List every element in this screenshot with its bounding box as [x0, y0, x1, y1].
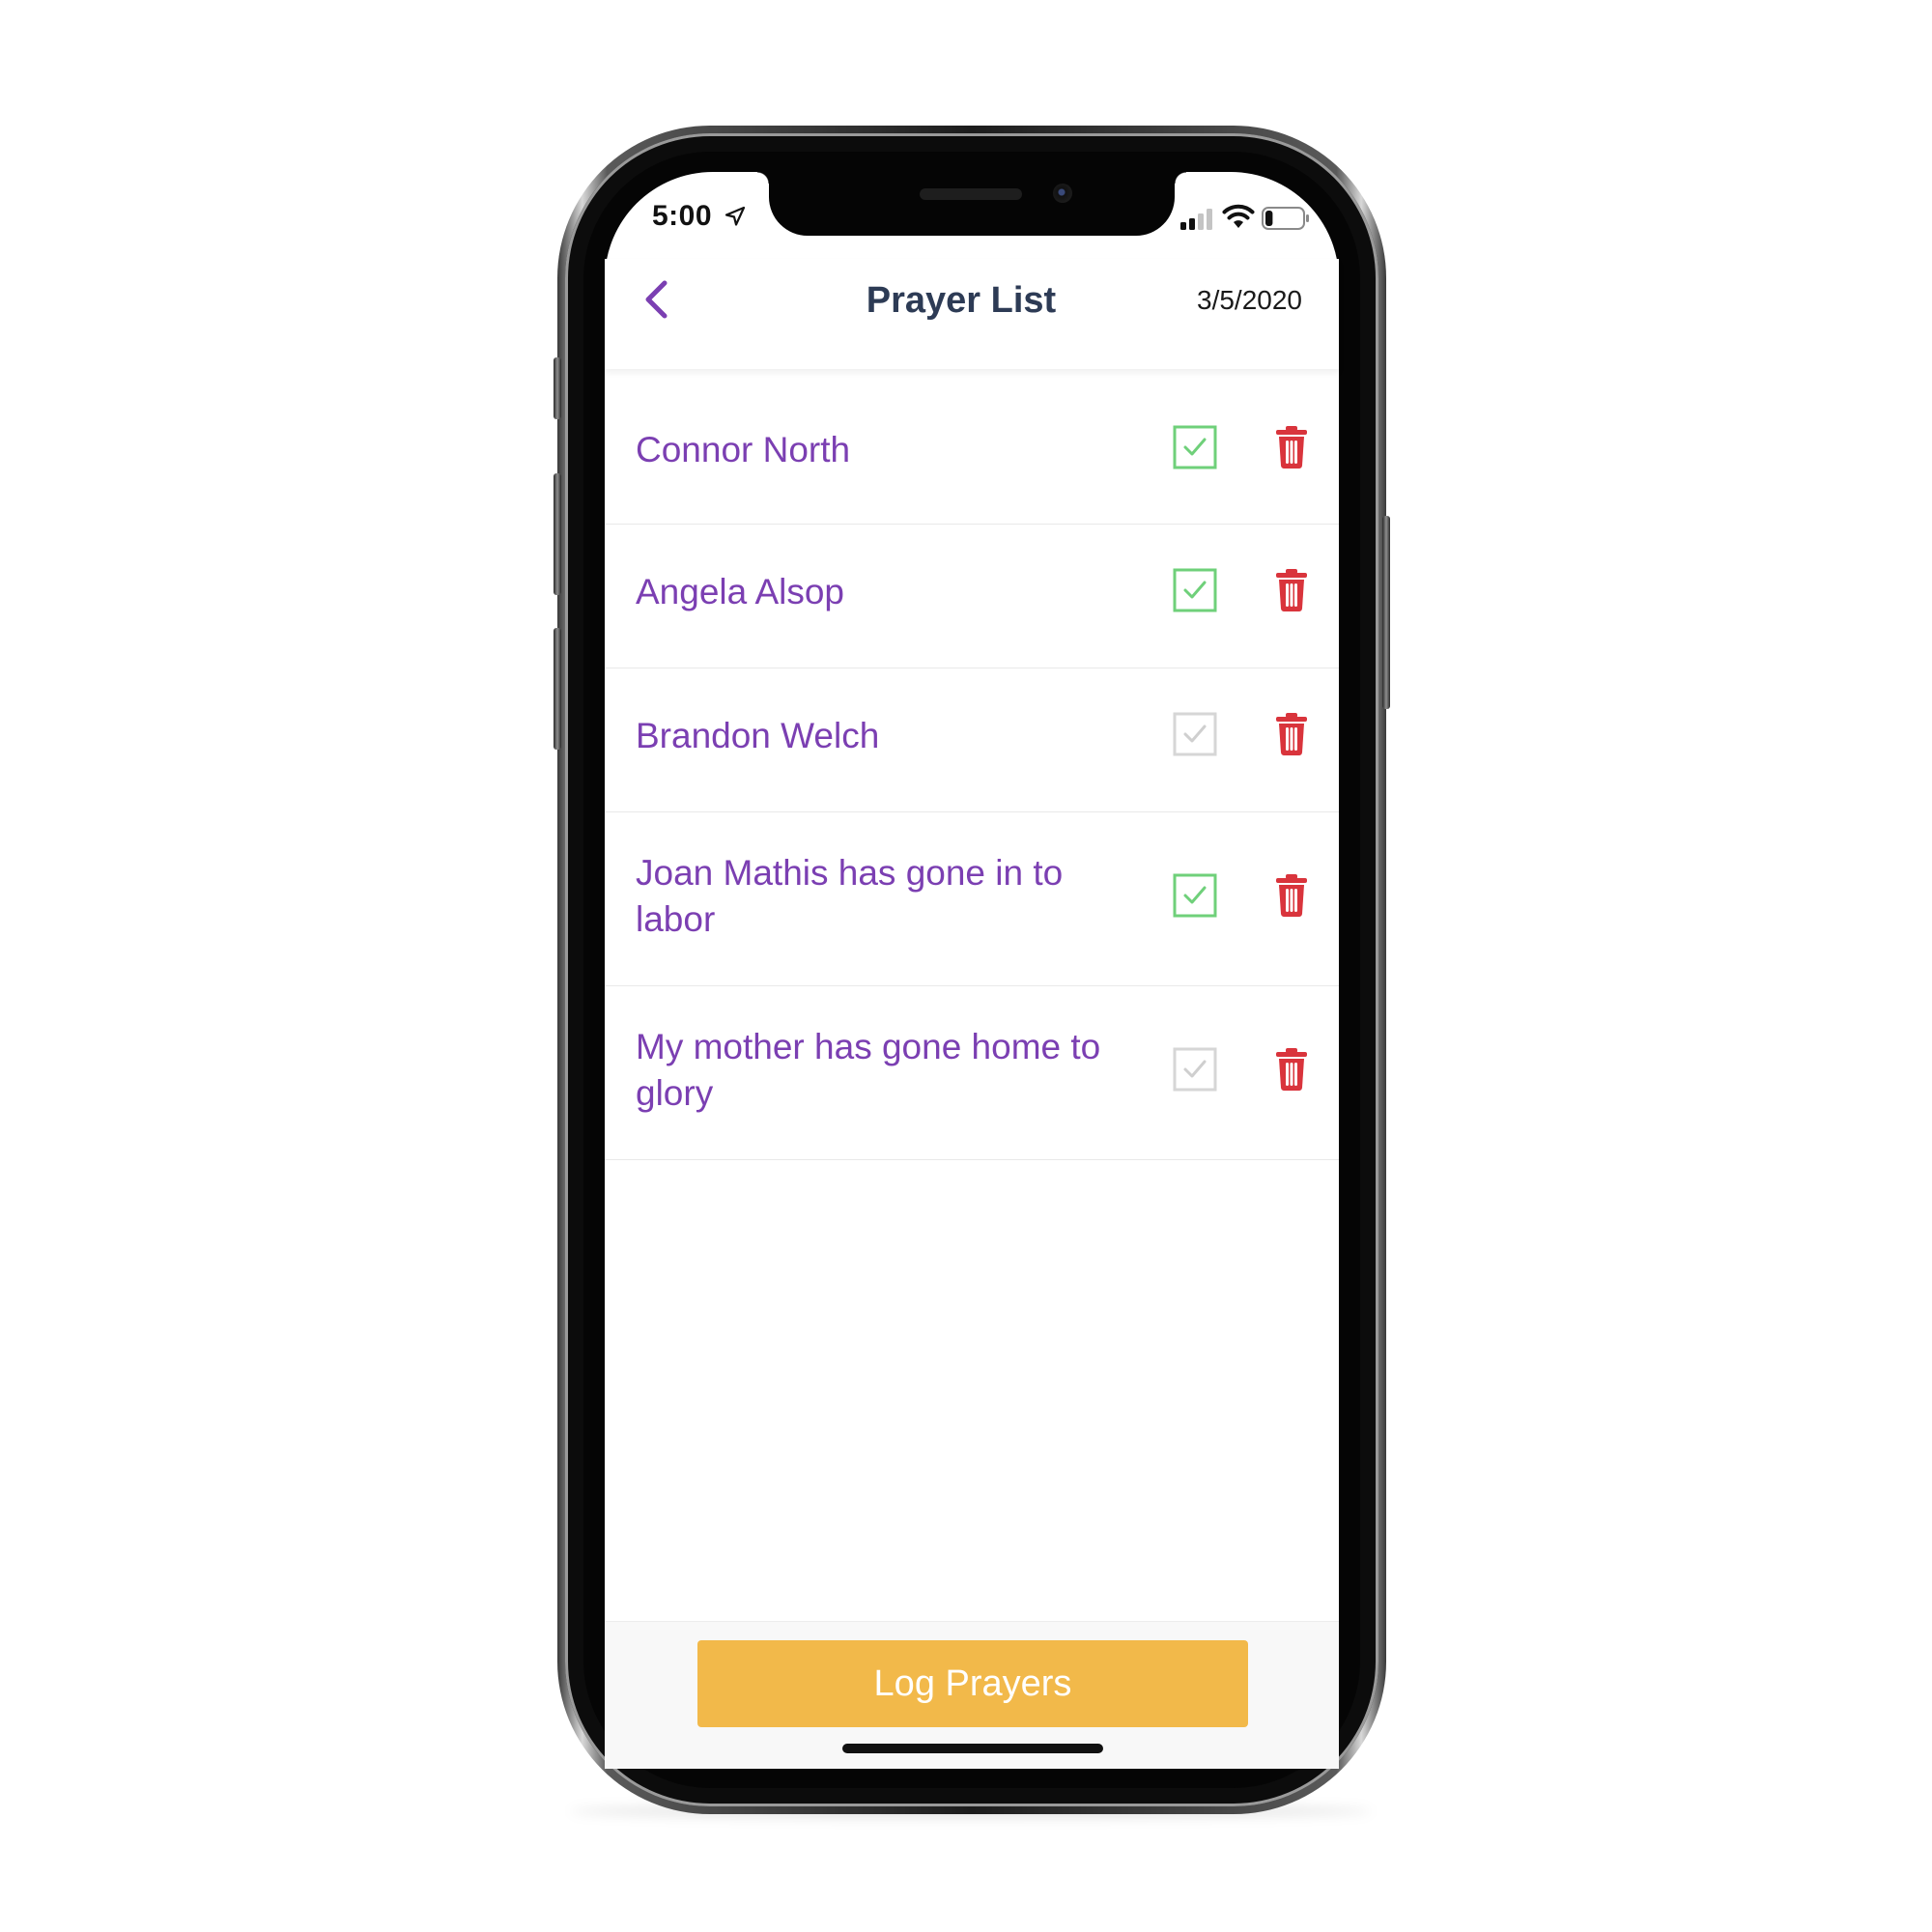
earpiece-speaker [920, 188, 1022, 200]
location-arrow-icon [724, 206, 746, 226]
list-item[interactable]: My mother has gone home to glory [605, 986, 1339, 1160]
wifi-icon [1222, 204, 1255, 228]
trash-icon[interactable] [1275, 873, 1308, 918]
list-item[interactable]: Angela Alsop [605, 525, 1339, 668]
notch-corner [757, 172, 769, 184]
trash-icon[interactable] [1275, 568, 1308, 612]
notch [769, 172, 1175, 236]
checkbox-icon[interactable] [1173, 568, 1217, 612]
volume-up-button [554, 473, 561, 595]
power-button [1382, 516, 1390, 709]
list-item[interactable]: Joan Mathis has gone in to labor [605, 812, 1339, 986]
status-time: 5:00 [652, 200, 713, 232]
checkbox-icon[interactable] [1173, 712, 1217, 756]
volume-down-button [554, 628, 561, 750]
date-label: 3/5/2020 [1197, 285, 1302, 315]
list-item[interactable]: Connor North [605, 381, 1339, 525]
checkbox-icon[interactable] [1173, 873, 1217, 918]
prayer-item-label: Angela Alsop [636, 572, 845, 611]
device-mockup: 5:00 Prayer List 3/5/2020 Connor North A… [0, 0, 1932, 1932]
trash-icon[interactable] [1275, 712, 1308, 756]
chevron-left-icon[interactable] [638, 278, 676, 321]
cellular-signal-icon [1180, 209, 1212, 230]
list-item[interactable]: Brandon Welch [605, 668, 1339, 812]
home-indicator[interactable] [842, 1744, 1103, 1753]
notch-corner [1175, 172, 1186, 184]
battery-icon [1262, 207, 1309, 230]
silent-switch [554, 357, 561, 419]
checkbox-icon[interactable] [1173, 1047, 1217, 1092]
prayer-item-label: Connor North [636, 430, 851, 469]
page-title: Prayer List [866, 280, 1057, 321]
trash-icon[interactable] [1275, 425, 1308, 469]
prayer-item-label: My mother has gone home to glory [636, 1027, 1101, 1113]
checkbox-icon[interactable] [1173, 425, 1217, 469]
trash-icon[interactable] [1275, 1047, 1308, 1092]
prayer-item-label: Joan Mathis has gone in to labor [636, 853, 1064, 939]
log-prayers-button[interactable]: Log Prayers [697, 1640, 1248, 1727]
prayer-item-label: Brandon Welch [636, 716, 880, 755]
front-camera [1053, 184, 1072, 203]
